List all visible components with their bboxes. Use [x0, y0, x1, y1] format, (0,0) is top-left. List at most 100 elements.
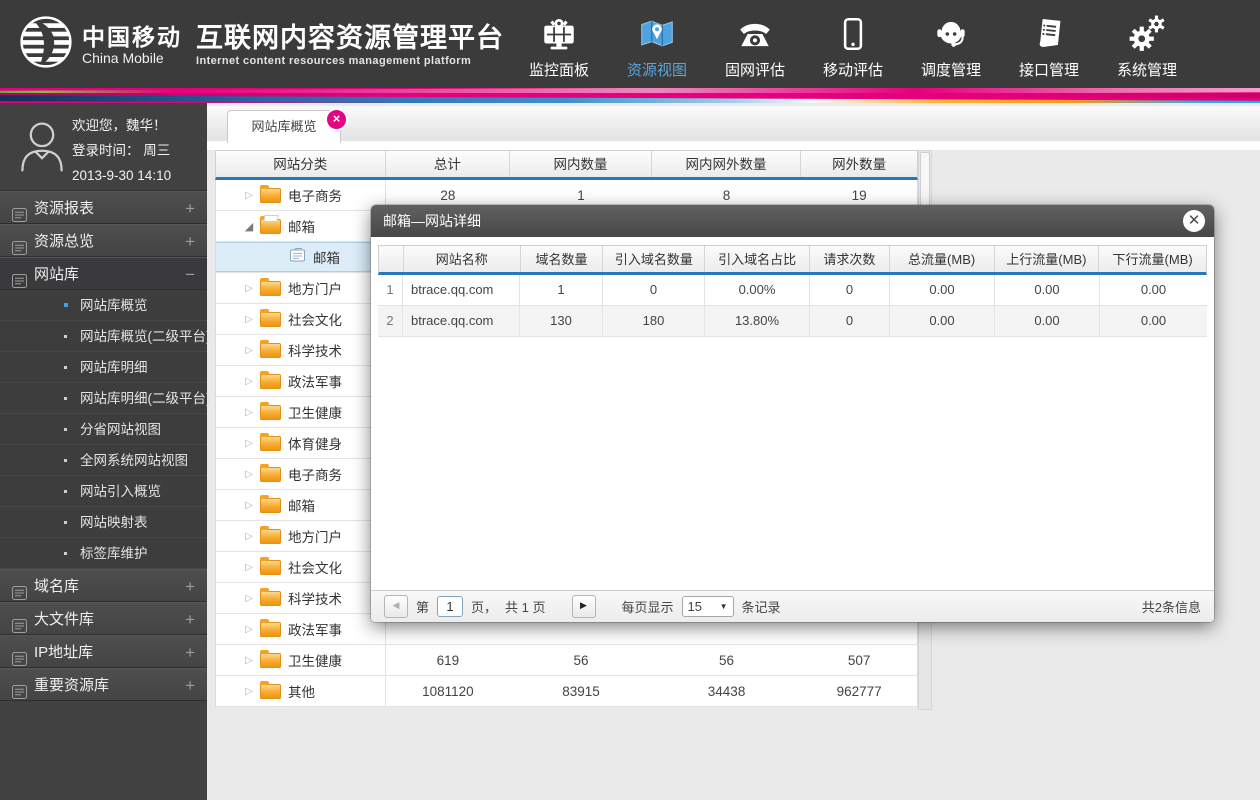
- detail-table-header: 网站名称 域名数量 引入域名数量 引入域名占比 请求次数 总流量(MB) 上行流量(MB) 下…: [378, 245, 1207, 275]
- table-cell: 0: [603, 275, 705, 305]
- expand-arrow-icon[interactable]: ▷: [242, 190, 256, 201]
- expand-arrow-icon[interactable]: ▷: [242, 376, 256, 387]
- sidebar-subitem[interactable]: 网站引入概览: [0, 476, 207, 507]
- folder-icon: [260, 401, 281, 420]
- sidebar-subitem-label: 网站引入概览: [80, 484, 161, 499]
- welcome-text: 欢迎您，魏华！: [72, 118, 167, 133]
- folder-icon: [260, 649, 281, 668]
- sidebar-subitem[interactable]: 网站映射表: [0, 507, 207, 538]
- tree-node-label: 社会文化: [288, 561, 342, 576]
- expand-arrow-icon[interactable]: ▷: [242, 593, 256, 604]
- table-row[interactable]: ▷ 卫生健康 619 56 56 507: [216, 645, 917, 676]
- table-cell: 507: [847, 653, 871, 668]
- expand-arrow-icon[interactable]: ▷: [242, 345, 256, 356]
- table-row[interactable]: ▷ 其他 1081120 83915 34438 962777: [216, 676, 917, 707]
- nav-item-label: 监控面板: [528, 62, 589, 79]
- bullet-icon: [64, 490, 67, 493]
- nav-item-mobile-eval[interactable]: 移动评估: [804, 12, 902, 80]
- table-cell: 2: [378, 306, 403, 336]
- brand-name-cn: 中国移动: [82, 23, 182, 50]
- table-row[interactable]: 1 btrace.qq.com 1 0 0.00% 0 0.00 0.00 0.00: [378, 275, 1207, 306]
- tree-cell: ▷ 电子商务: [216, 459, 386, 489]
- folder-icon: [260, 587, 281, 606]
- tree-cell: ▷ 政法军事: [216, 366, 386, 396]
- column-header: 网内网外数量: [652, 151, 802, 177]
- table-cell: 83915: [562, 684, 600, 699]
- nav-item-dashboard[interactable]: 监控面板: [510, 12, 608, 80]
- next-page-button[interactable]: ▶: [571, 595, 596, 618]
- table-row[interactable]: 2 btrace.qq.com 130 180 13.80% 0 0.00 0.00 0.00: [378, 306, 1207, 337]
- bullet-icon: [64, 366, 67, 369]
- sidebar-item-label: 资源总览: [34, 233, 95, 250]
- nav-item-fixed-network-eval[interactable]: 固网评估: [706, 12, 804, 80]
- tab-close-icon[interactable]: ×: [325, 108, 348, 131]
- expand-icon[interactable]: +: [185, 225, 195, 258]
- sidebar-item-domain-lib[interactable]: 域名库 +: [0, 569, 207, 602]
- sidebar-item-ip-lib[interactable]: IP地址库 +: [0, 635, 207, 668]
- page-prefix-label: 第: [416, 600, 430, 615]
- expand-icon[interactable]: +: [185, 603, 195, 636]
- expand-arrow-icon[interactable]: ▷: [242, 469, 256, 480]
- sidebar-subitem[interactable]: 标签库维护: [0, 538, 207, 569]
- page-input[interactable]: [437, 596, 464, 617]
- sidebar-subitem[interactable]: 网站库概览: [0, 290, 207, 321]
- sidebar-subitem[interactable]: 网站库明细(二级平台): [0, 383, 211, 414]
- nav-item-interface-mgmt[interactable]: 接口管理: [1000, 12, 1098, 80]
- table-cell: btrace.qq.com: [403, 306, 520, 336]
- sidebar-item-key-resource-lib[interactable]: 重要资源库 +: [0, 668, 207, 701]
- nav-item-label: 移动评估: [822, 62, 883, 79]
- sidebar-item-resource-report[interactable]: 资源报表 +: [0, 191, 207, 224]
- tree-node-label: 邮箱: [288, 499, 315, 514]
- expand-arrow-icon[interactable]: ▷: [242, 562, 256, 573]
- page-size-value: 15: [687, 599, 702, 614]
- nav-item-resource-view[interactable]: 资源视图: [608, 12, 706, 80]
- dashboard-icon: [510, 12, 608, 56]
- expand-arrow-icon[interactable]: ▷: [242, 531, 256, 542]
- expand-icon[interactable]: +: [185, 636, 195, 669]
- expand-arrow-icon[interactable]: ▷: [242, 407, 256, 418]
- sidebar-subitem[interactable]: 网站库明细: [0, 352, 207, 383]
- table-cell: 56: [573, 653, 589, 668]
- expand-arrow-icon[interactable]: ▷: [242, 283, 256, 294]
- collapse-arrow-icon[interactable]: ◢: [242, 220, 256, 233]
- tree-node-label: 电子商务: [288, 189, 342, 204]
- collapse-icon[interactable]: −: [185, 258, 195, 291]
- table-cell: 0.00: [1140, 313, 1167, 328]
- sidebar-subitem[interactable]: 网站库概览(二级平台): [0, 321, 211, 352]
- folder-icon: [260, 463, 281, 482]
- expand-arrow-icon[interactable]: ▷: [242, 438, 256, 449]
- bullet-icon: [64, 335, 67, 338]
- sidebar-item-website-lib[interactable]: 网站库 −: [0, 257, 207, 290]
- tree-node-label: 科学技术: [288, 344, 342, 359]
- nav-item-system-mgmt[interactable]: 系统管理: [1098, 12, 1196, 80]
- folder-icon: [260, 556, 281, 575]
- tab-website-overview[interactable]: 网站库概览: [227, 110, 341, 143]
- sidebar-subitem-label: 网站库概览: [80, 298, 148, 313]
- expand-arrow-icon[interactable]: ▷: [242, 624, 256, 635]
- column-header: 请求次数: [810, 246, 890, 272]
- per-page-suffix-label: 条记录: [741, 600, 781, 615]
- expand-icon[interactable]: +: [185, 570, 195, 603]
- folder-icon: [260, 618, 281, 637]
- modal-close-button[interactable]: ✕: [1183, 210, 1205, 232]
- sidebar-item-resource-overview[interactable]: 资源总览 +: [0, 224, 207, 257]
- table-cell: 0: [810, 306, 890, 336]
- modal-pagination: ◀ 第 页， 共 1 页 ▶ 每页显示 15 ▼ 条记录 共2条信息: [371, 590, 1214, 622]
- expand-arrow-icon[interactable]: ▷: [242, 314, 256, 325]
- expand-arrow-icon[interactable]: ▷: [242, 655, 256, 666]
- tree-cell: ◢ 邮箱: [216, 211, 386, 241]
- folder-icon: [260, 308, 281, 327]
- folder-icon: [260, 339, 281, 358]
- sidebar-item-bigfile-lib[interactable]: 大文件库 +: [0, 602, 207, 635]
- expand-icon[interactable]: +: [185, 669, 195, 702]
- expand-icon[interactable]: +: [185, 192, 195, 225]
- table-cell: 0.00: [995, 306, 1100, 336]
- page-size-select[interactable]: 15 ▼: [681, 596, 734, 617]
- bullet-icon: [64, 397, 67, 400]
- sidebar-subitem[interactable]: 分省网站视图: [0, 414, 207, 445]
- prev-page-button[interactable]: ◀: [384, 595, 408, 618]
- expand-arrow-icon[interactable]: ▷: [242, 500, 256, 511]
- nav-item-dispatch-mgmt[interactable]: 调度管理: [902, 12, 1000, 80]
- sidebar-subitem[interactable]: 全网系统网站视图: [0, 445, 207, 476]
- expand-arrow-icon[interactable]: ▷: [242, 686, 256, 697]
